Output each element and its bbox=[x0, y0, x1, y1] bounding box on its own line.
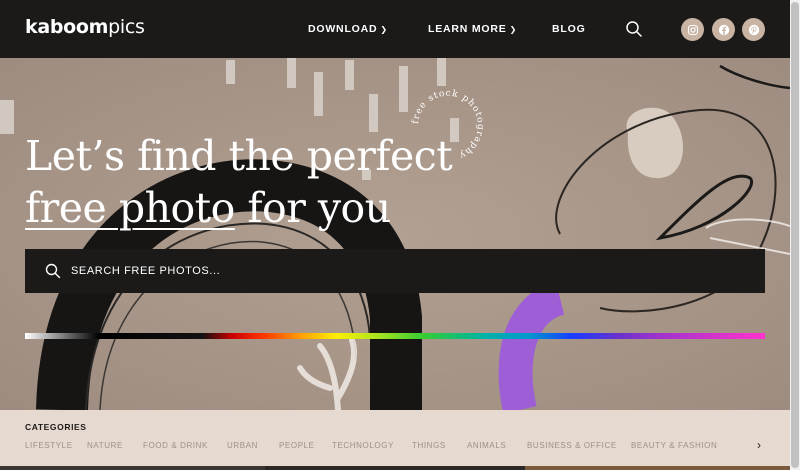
hero-search-bar[interactable] bbox=[25, 249, 765, 293]
category-business-office[interactable]: BUSINESS & OFFICE bbox=[527, 441, 617, 450]
categories-bar: CATEGORIES LIFESTYLE NATURE FOOD & DRINK… bbox=[0, 410, 790, 466]
site-header: kaboompics DOWNLOAD ❯ LEARN MORE ❯ BLOG bbox=[0, 0, 800, 58]
nav-download-label: DOWNLOAD bbox=[308, 23, 378, 35]
pinterest-icon[interactable] bbox=[742, 18, 765, 41]
facebook-icon[interactable] bbox=[712, 18, 735, 41]
color-filter-bar[interactable] bbox=[25, 333, 765, 339]
hero-banner: free stock photography Let’s find the pe… bbox=[0, 58, 790, 410]
search-icon bbox=[45, 263, 61, 279]
category-lifestyle[interactable]: LIFESTYLE bbox=[25, 441, 73, 450]
page-scrollbar[interactable] bbox=[790, 0, 800, 470]
category-beauty-fashion[interactable]: BEAUTY & FASHION bbox=[631, 441, 717, 450]
category-technology[interactable]: TECHNOLOGY bbox=[332, 441, 394, 450]
categories-heading: CATEGORIES bbox=[25, 422, 87, 432]
photo-thumbnail[interactable] bbox=[525, 466, 790, 470]
hero-title-underlined: free photo bbox=[25, 184, 235, 232]
category-animals[interactable]: ANIMALS bbox=[467, 441, 506, 450]
nav-learn-more-label: LEARN MORE bbox=[428, 23, 507, 35]
category-things[interactable]: THINGS bbox=[412, 441, 446, 450]
search-input[interactable] bbox=[71, 249, 751, 293]
hero-title-line1: Let’s find the perfect bbox=[25, 132, 453, 180]
category-food-drink[interactable]: FOOD & DRINK bbox=[143, 441, 208, 450]
hero-title-rest: for you bbox=[234, 184, 391, 232]
nav-blog[interactable]: BLOG bbox=[552, 23, 586, 35]
category-people[interactable]: PEOPLE bbox=[279, 441, 315, 450]
logo-light-text: pics bbox=[108, 16, 145, 38]
logo[interactable]: kaboompics bbox=[25, 16, 145, 38]
chevron-down-icon: ❯ bbox=[509, 25, 518, 34]
chevron-right-icon[interactable]: › bbox=[757, 438, 761, 452]
instagram-icon[interactable] bbox=[681, 18, 704, 41]
search-icon[interactable] bbox=[625, 20, 643, 38]
logo-bold-text: kaboom bbox=[25, 16, 109, 38]
nav-blog-label: BLOG bbox=[552, 23, 586, 35]
chevron-down-icon: ❯ bbox=[380, 25, 388, 34]
category-urban[interactable]: URBAN bbox=[227, 441, 258, 450]
nav-download[interactable]: DOWNLOAD ❯ bbox=[308, 23, 388, 35]
photo-thumbnail[interactable] bbox=[265, 466, 525, 470]
nav-learn-more[interactable]: LEARN MORE ❯ bbox=[428, 23, 517, 35]
hero-title: Let’s find the perfect free photo for yo… bbox=[25, 130, 453, 234]
hero-illustration: free stock photography bbox=[0, 58, 790, 410]
category-nature[interactable]: NATURE bbox=[87, 441, 123, 450]
photo-thumbnail[interactable] bbox=[0, 466, 265, 470]
photo-grid-preview bbox=[0, 466, 790, 470]
scrollbar-thumb[interactable] bbox=[791, 2, 799, 468]
